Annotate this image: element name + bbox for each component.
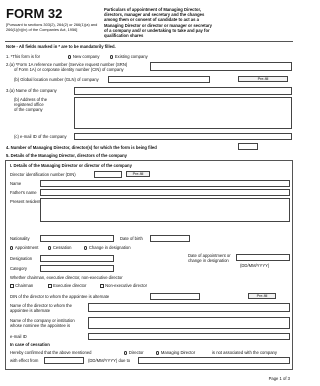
option-managing-director[interactable]: Managing Director xyxy=(156,350,195,355)
category-label: Category xyxy=(10,266,27,271)
option-change-designation[interactable]: Change in designation xyxy=(84,245,131,250)
option-label: Existing company xyxy=(114,54,148,59)
form-description: Particulars of appointment of Managing D… xyxy=(104,7,294,38)
radio-icon xyxy=(10,246,14,250)
option-cessation[interactable]: Cessation xyxy=(48,245,72,250)
not-associated-text: is not associated with the company xyxy=(212,350,277,355)
name-alternate-field[interactable] xyxy=(88,303,290,312)
with-effect-label: with effect from xyxy=(10,358,39,363)
q2a-label-line2: of Form 1A) or corporate identity number… xyxy=(14,67,124,72)
checkbox-icon xyxy=(48,284,52,288)
whether-label: Whether chairman, executive director, no… xyxy=(10,275,123,280)
form-citation: [Pursuant to sections 303(2), 264(2) or … xyxy=(6,22,98,32)
radio-icon xyxy=(84,246,88,250)
date-format-due-to: (DD/MM/YYYY) due to xyxy=(88,358,131,363)
category-field[interactable] xyxy=(40,265,114,272)
checkbox-icon xyxy=(10,284,14,288)
option-label: Executive director xyxy=(53,283,87,288)
option-label: Change in designation xyxy=(88,245,131,250)
checkbox-icon xyxy=(100,284,104,288)
dob-field[interactable] xyxy=(150,235,190,242)
cessation-date-field[interactable] xyxy=(44,357,84,364)
date-appointment-label-2: change in designation xyxy=(188,258,229,263)
description-line: qualification shares xyxy=(104,33,144,39)
email-label: e-mail ID xyxy=(10,334,27,339)
din-label: Director identification number (DIN) xyxy=(10,172,76,177)
option-nonexecutive-director[interactable]: Non-executive director xyxy=(100,283,147,288)
company-name-field[interactable] xyxy=(74,87,292,95)
option-new-company[interactable]: New company xyxy=(68,54,99,59)
option-label: Director xyxy=(128,350,144,355)
q4-label: 4. Number of Managing Director, director… xyxy=(6,145,157,150)
option-label: Chairman xyxy=(15,283,34,288)
din-field[interactable] xyxy=(94,171,122,178)
srn-cin-field[interactable] xyxy=(150,62,292,71)
page-number: Page 1 of 3 xyxy=(268,376,290,381)
date-appointment-field[interactable] xyxy=(236,254,290,261)
fathers-name-label: Father's name xyxy=(10,190,37,195)
name-field[interactable] xyxy=(40,180,290,187)
q5-label: 5. Details of the Managing Director, dir… xyxy=(6,153,127,158)
institution-label-2: whose nominee the appointee is xyxy=(10,323,71,328)
nationality-field[interactable] xyxy=(40,235,114,242)
designation-field[interactable] xyxy=(40,255,114,262)
radio-icon xyxy=(68,55,72,59)
q2b-label: (b) Global location number (GLN) of comp… xyxy=(14,77,99,82)
q1-label: 1. *This form is for xyxy=(6,54,40,59)
form-title: FORM 32 xyxy=(6,6,63,21)
director-count-field[interactable] xyxy=(238,143,258,150)
din-alternate-prefill-button[interactable]: Pre-fill xyxy=(248,293,276,299)
header-divider xyxy=(5,41,293,42)
dob-label: Date of birth xyxy=(120,236,143,241)
q3b-label: (b) Address of the registered office of … xyxy=(14,97,47,113)
q3b-line: of the company xyxy=(14,107,43,113)
option-label: Appointment xyxy=(14,245,39,250)
option-label: Cessation xyxy=(52,245,72,250)
date-format-hint: (DD/MM/YYYY) xyxy=(240,263,270,268)
institution-field[interactable] xyxy=(88,317,290,329)
option-chairman[interactable]: Chairman xyxy=(10,283,33,288)
din-alternate-field[interactable] xyxy=(150,293,200,300)
option-executive-director[interactable]: Executive director xyxy=(48,283,86,288)
radio-icon xyxy=(110,55,114,59)
option-appointment[interactable]: Appointment xyxy=(10,245,38,250)
option-label: Managing Director xyxy=(160,350,196,355)
section-i-title: I. Details of the Managing Director or d… xyxy=(10,163,132,168)
gln-field[interactable] xyxy=(108,76,210,83)
din-alternate-label: DIN of the director to whom the appointe… xyxy=(10,294,110,299)
cessation-heading: In case of cessation xyxy=(10,342,50,347)
designation-label: Designation xyxy=(10,256,33,261)
option-existing-company[interactable]: Existing company xyxy=(110,54,148,59)
name-alternate-label-2: appointee is alternate xyxy=(10,308,51,313)
cessation-reason-field[interactable] xyxy=(138,357,290,364)
radio-icon xyxy=(124,351,128,355)
mandatory-note: Note - All fields marked in * are to be … xyxy=(6,44,116,49)
q3c-label: (c) e-mail ID of the company xyxy=(14,134,67,139)
nationality-label: Nationality xyxy=(10,236,30,241)
director-email-field[interactable] xyxy=(88,333,290,340)
name-label: Name xyxy=(10,181,22,186)
radio-icon xyxy=(48,246,52,250)
prefill-button[interactable]: Pre-fill xyxy=(238,76,288,82)
registered-address-field[interactable] xyxy=(74,97,292,129)
option-label: New company xyxy=(72,54,100,59)
din-prefill-button[interactable]: Pre-fill xyxy=(126,171,150,177)
option-director[interactable]: Director xyxy=(124,350,144,355)
company-email-field[interactable] xyxy=(74,133,292,140)
residential-address-field[interactable] xyxy=(40,198,290,222)
fathers-name-field[interactable] xyxy=(40,189,290,196)
form-page: FORM 32 [Pursuant to sections 303(2), 26… xyxy=(0,0,298,386)
q3a-label: 3.(a) Name of the company xyxy=(6,88,57,93)
confirm-text: Hereby confirmed that the above mentione… xyxy=(10,350,92,355)
radio-icon xyxy=(156,351,160,355)
option-label: Non-executive director xyxy=(105,283,147,288)
